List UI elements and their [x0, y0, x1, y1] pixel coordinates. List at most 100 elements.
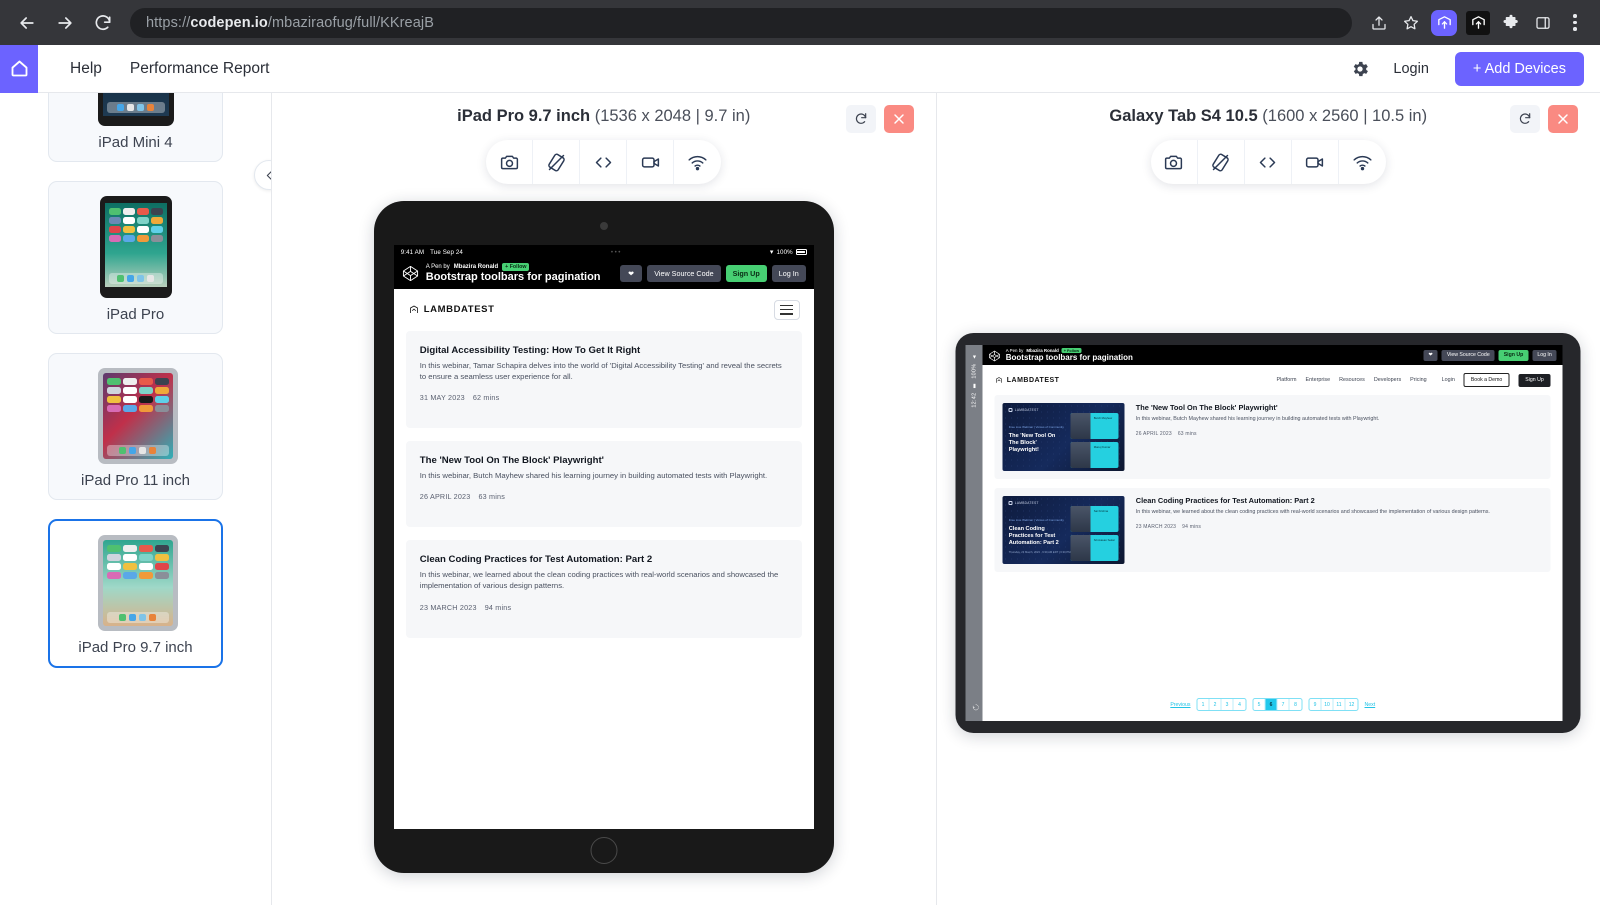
sidebar-device-card[interactable]: iPad Pro 11 inch	[48, 353, 223, 500]
view-source-button[interactable]: View Source Code	[1441, 349, 1495, 361]
site-nav-links: Platform Enterprise Resources Developers…	[1276, 373, 1551, 387]
nav-link-enterprise[interactable]: Enterprise	[1306, 377, 1331, 383]
nav-link-resources[interactable]: Resources	[1339, 377, 1365, 383]
lambdatest-logo-icon[interactable]: LAMBDATEST	[408, 304, 495, 316]
video-icon[interactable]	[627, 140, 675, 184]
url-host: codepen.io	[190, 14, 268, 31]
signup-button[interactable]: Sign Up	[1498, 349, 1529, 361]
menu-item-help[interactable]: Help	[56, 60, 116, 78]
pagination-group: 1 2 3 4	[1196, 698, 1247, 711]
ipad-screen[interactable]: 9:41 AM Tue Sep 24 ••• ▾ 100% A Pen by M…	[393, 245, 814, 829]
back-nav-icon[interactable]	[970, 703, 979, 713]
video-icon[interactable]	[1292, 140, 1339, 184]
page-button[interactable]: 8	[1290, 699, 1302, 710]
webinar-date: 23 MARCH 2023	[1135, 524, 1177, 531]
heart-icon[interactable]: ❤	[620, 265, 643, 283]
webinar-card[interactable]: The 'New Tool On The Block' Playwright' …	[405, 441, 802, 528]
webinar-card[interactable]: Clean Coding Practices for Test Automati…	[405, 540, 802, 638]
webinar-card-body: The 'New Tool On The Block' Playwright' …	[1136, 403, 1543, 471]
add-devices-button[interactable]: + Add Devices	[1454, 51, 1584, 86]
code-icon[interactable]	[580, 140, 628, 184]
page-button-active[interactable]: 6	[1265, 699, 1278, 710]
hamburger-icon[interactable]	[773, 299, 800, 320]
sidebar-device-card-selected[interactable]: iPad Pro 9.7 inch	[48, 519, 223, 668]
pagination-next[interactable]: Next	[1365, 702, 1376, 708]
lambdatest-logo-icon[interactable]: LAMBDATEST	[995, 376, 1060, 385]
home-button-icon[interactable]	[590, 837, 618, 864]
camera-icon[interactable]	[1151, 140, 1198, 184]
webinar-card[interactable]: LAMBDATEST Free Live Webinar | Voices of…	[994, 395, 1551, 479]
webinar-card[interactable]: Digital Accessibility Testing: How To Ge…	[405, 330, 802, 429]
signup-button[interactable]: Sign Up	[725, 265, 767, 283]
puzzle-icon[interactable]	[1496, 8, 1526, 38]
android-status-bar: 12:42 ▮ 100% ▲	[965, 345, 983, 721]
wifi-icon[interactable]	[1339, 140, 1386, 184]
page-button[interactable]: 11	[1334, 699, 1346, 710]
back-arrow-icon[interactable]	[10, 6, 44, 40]
pen-content: LAMBDATEST Digital Accessibility Testing…	[393, 288, 814, 829]
speaker-avatar: Butch Mayhew	[1070, 413, 1119, 439]
pen-title: Bootstrap toolbars for pagination	[425, 271, 601, 283]
site-signup-button[interactable]: Sign Up	[1518, 373, 1551, 387]
page-button[interactable]: 10	[1322, 699, 1334, 710]
three-dot-menu-icon[interactable]	[1560, 8, 1590, 38]
reload-icon[interactable]	[86, 6, 120, 40]
close-icon[interactable]	[883, 105, 914, 133]
pagination: Previous 1 2 3 4 5 6 7 8 9 10 11 12 Next	[983, 694, 1563, 721]
pagination-previous[interactable]: Previous	[1170, 702, 1190, 708]
lambdatest-extension-dark-icon[interactable]	[1466, 10, 1490, 35]
device-sidebar[interactable]: iPad Mini 4 iPad Pro iPad Pro 11 inch iP…	[0, 93, 272, 905]
codepen-actions: ❤ View Source Code Sign Up Log In	[1423, 349, 1557, 361]
book-a-demo-button[interactable]: Book a Demo	[1463, 373, 1510, 387]
webinar-description: In this webinar, Tamar Schapira delves i…	[419, 360, 782, 381]
page-button[interactable]: 5	[1254, 699, 1266, 710]
star-icon[interactable]	[1396, 8, 1426, 38]
galaxy-content: A Pen by Mbazira Ronald + Follow Bootstr…	[982, 345, 1563, 721]
follow-button[interactable]: + Follow	[502, 263, 530, 271]
chevron-left-icon[interactable]	[254, 160, 271, 190]
page-button[interactable]: 3	[1222, 699, 1234, 710]
refresh-icon[interactable]	[1510, 105, 1540, 133]
gear-icon[interactable]	[1343, 52, 1377, 86]
rotate-icon[interactable]	[533, 140, 581, 184]
sidebar-device-card[interactable]: iPad Mini 4	[48, 93, 223, 162]
refresh-icon[interactable]	[845, 105, 876, 133]
webinar-duration: 94 mins	[1182, 524, 1202, 531]
sidebar-device-card[interactable]: iPad Pro	[48, 181, 223, 334]
wifi-icon[interactable]	[674, 140, 721, 184]
page-button[interactable]: 7	[1278, 699, 1290, 710]
login-button[interactable]: Log In	[771, 265, 806, 283]
webinar-description: In this webinar, we learned about the cl…	[1135, 509, 1490, 515]
panel-title: Galaxy Tab S4 10.5 (1600 x 2560 | 10.5 i…	[937, 93, 1600, 126]
webinar-card[interactable]: LAMBDATEST Free Live Webinar | Voices of…	[994, 488, 1551, 572]
login-button[interactable]: Log In	[1532, 349, 1557, 361]
address-bar[interactable]: https://codepen.io/mbaziraofug/full/KKre…	[130, 7, 1352, 38]
speaker-avatar: Manoj Kumar	[1070, 442, 1119, 468]
page-button[interactable]: 4	[1234, 699, 1246, 710]
code-icon[interactable]	[1245, 140, 1292, 184]
nav-link-pricing[interactable]: Pricing	[1410, 377, 1426, 383]
nav-link-developers[interactable]: Developers	[1374, 377, 1401, 383]
galaxy-screen[interactable]: 12:42 ▮ 100% ▲ A Pen by Mbazira Ronald +…	[965, 345, 1563, 721]
page-button[interactable]: 2	[1210, 699, 1222, 710]
page-button[interactable]: 9	[1310, 699, 1322, 710]
side-panel-icon[interactable]	[1528, 8, 1558, 38]
camera-icon[interactable]	[486, 140, 534, 184]
heart-icon[interactable]: ❤	[1423, 349, 1438, 361]
site-logo-text: LAMBDATEST	[423, 304, 495, 316]
lambdatest-extension-icon[interactable]	[1431, 9, 1457, 36]
home-icon[interactable]	[0, 44, 38, 93]
login-link[interactable]: Login	[1393, 61, 1428, 77]
view-source-button[interactable]: View Source Code	[647, 265, 721, 283]
nav-link-platform[interactable]: Platform	[1276, 377, 1296, 383]
page-button[interactable]: 12	[1346, 699, 1358, 710]
site-navbar: LAMBDATEST	[394, 289, 814, 331]
page-button[interactable]: 1	[1198, 699, 1210, 710]
nav-link-login[interactable]: Login	[1442, 377, 1455, 383]
rotate-icon[interactable]	[1198, 140, 1245, 184]
menu-item-performance-report[interactable]: Performance Report	[116, 60, 284, 78]
close-icon[interactable]	[1548, 105, 1578, 133]
share-icon[interactable]	[1364, 8, 1394, 38]
webinar-title: Clean Coding Practices for Test Automati…	[419, 554, 653, 566]
forward-arrow-icon[interactable]	[48, 6, 82, 40]
